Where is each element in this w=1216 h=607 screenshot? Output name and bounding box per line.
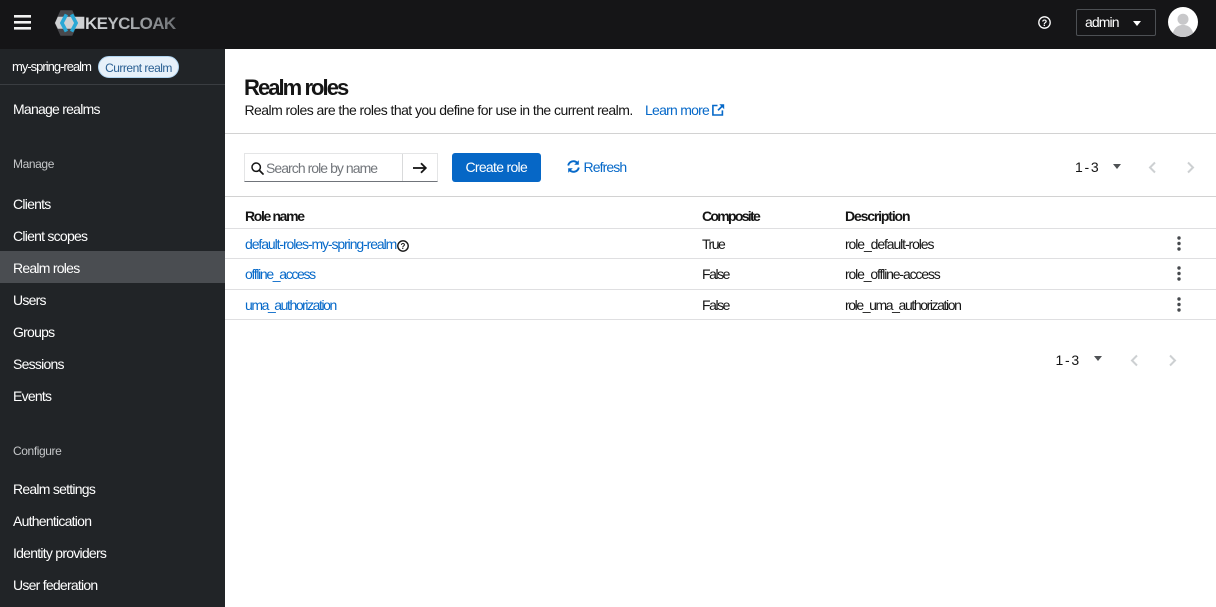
svg-text:?: ? bbox=[1042, 18, 1048, 28]
svg-text:?: ? bbox=[400, 242, 405, 251]
